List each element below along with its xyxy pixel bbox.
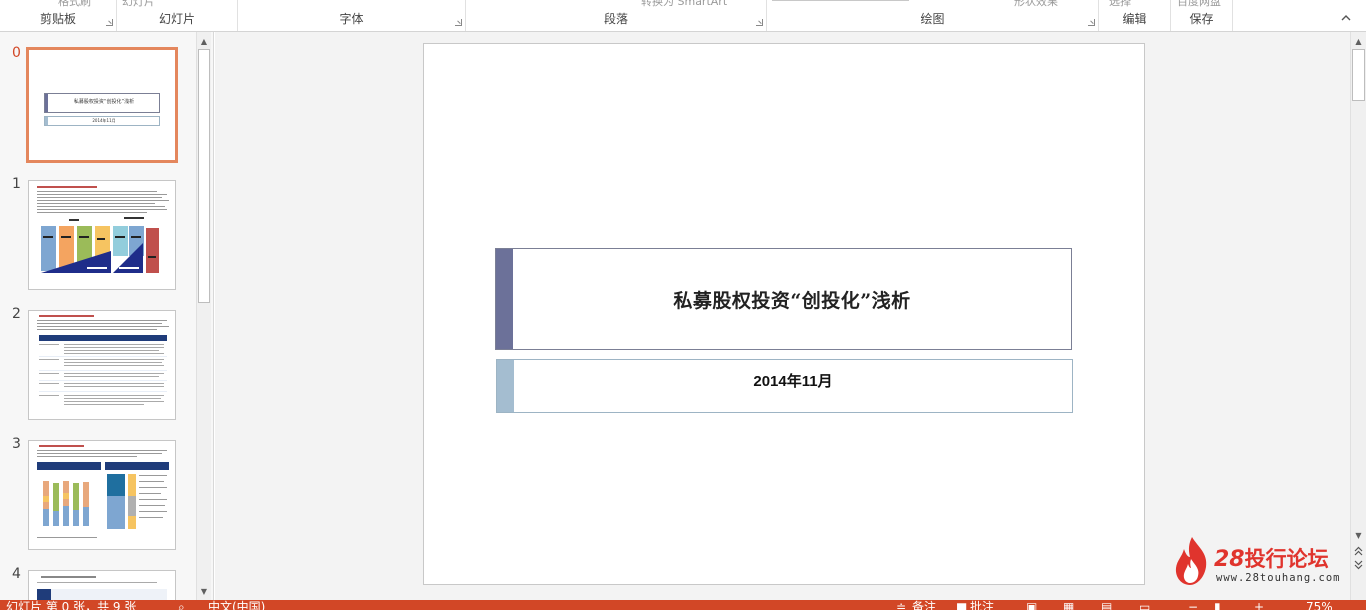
scroll-down-icon[interactable]: ▼ — [1351, 528, 1366, 542]
normal-view-icon[interactable]: ▣ — [1026, 601, 1037, 610]
scroll-down-icon[interactable]: ▼ — [197, 584, 211, 598]
slide-scrollbar[interactable]: ▲ ▼ — [1350, 32, 1366, 600]
comments-icon: ■ — [956, 600, 968, 610]
slide-number: 1 — [12, 176, 21, 192]
collapse-ribbon-icon[interactable] — [1340, 12, 1352, 24]
clipboard-group-label: 剪贴板 — [39, 12, 76, 26]
slide-number: 3 — [12, 436, 21, 452]
shape-effects-button[interactable]: 形状效果 — [1014, 0, 1058, 9]
paragraph-group-label: 段落 — [603, 12, 628, 26]
slide-number: 0 — [12, 45, 21, 61]
language-indicator[interactable]: 中文(中国) — [208, 601, 265, 610]
current-slide[interactable]: 私募股权投资“创投化”浅析 2014年11月 — [423, 43, 1145, 585]
forum-title: 投行论坛 — [1244, 547, 1329, 571]
drawing-group: 形状效果 绘图 — [767, 0, 1099, 31]
status-bar: 幻灯片 第 0 张，共 9 张 ⌕ 中文(中国) ≐ 备注 ■ 批注 ▣ ▦ ▤… — [0, 600, 1366, 610]
thumb-title-text: 私募股权投资“创投化”浅析 — [73, 99, 135, 105]
save-group-label: 保存 — [1189, 12, 1214, 26]
slide-editing-area: 私募股权投资“创投化”浅析 2014年11月 — [215, 32, 1350, 600]
thumbnail-scrollbar[interactable]: ▲ ▼ — [196, 32, 211, 600]
reading-view-icon[interactable]: ▤ — [1101, 601, 1112, 610]
slide-title[interactable]: 私募股权投资“创投化”浅析 — [513, 249, 1071, 349]
comments-button[interactable]: 批注 — [970, 601, 994, 610]
thumb-3-content — [37, 445, 169, 538]
slide-thumbnail-1[interactable] — [28, 180, 176, 290]
date-accent-bar — [497, 360, 514, 412]
drawing-group-label: 绘图 — [920, 12, 945, 26]
font-launcher-icon[interactable] — [455, 19, 462, 26]
slide-number: 4 — [12, 566, 21, 582]
slides-group: 幻灯片 幻灯片 — [117, 0, 238, 31]
slide-date[interactable]: 2014年11月 — [514, 370, 1072, 391]
spell-check-icon[interactable]: ⌕ — [178, 601, 185, 610]
slideshow-icon[interactable]: ▭ — [1139, 601, 1150, 610]
thumb-1-content — [37, 186, 169, 273]
paragraph-launcher-icon[interactable] — [756, 19, 763, 26]
thumb-2-content — [37, 315, 169, 405]
slide-sorter-icon[interactable]: ▦ — [1063, 601, 1074, 610]
font-group: 字体 — [238, 0, 466, 31]
subtitle-placeholder[interactable]: 2014年11月 — [496, 359, 1073, 413]
slide-counter[interactable]: 幻灯片 第 0 张，共 9 张 — [6, 601, 136, 610]
flame-logo-icon — [1175, 537, 1207, 585]
editing-group: 选择 编辑 — [1099, 0, 1171, 31]
drawing-launcher-icon[interactable] — [1088, 19, 1095, 26]
title-placeholder[interactable]: 私募股权投资“创投化”浅析 — [495, 248, 1072, 350]
previous-slide-icon[interactable] — [1351, 545, 1366, 557]
slide-thumbnail-pane: 0 私募股权投资“创投化”浅析 2014年11月 1 2 3 4 ▲ ▼ — [0, 32, 214, 600]
ribbon: 格式刷 剪贴板 幻灯片 幻灯片 字体 转换为 SmartArt 段落 形状效果 … — [0, 0, 1366, 32]
scroll-up-icon[interactable]: ▲ — [197, 34, 211, 48]
shape-gallery[interactable] — [772, 0, 909, 1]
scrollbar-thumb[interactable] — [1352, 49, 1365, 101]
save-group: 百度网盘 保存 — [1171, 0, 1233, 31]
forum-name: 28投行论坛 — [1214, 543, 1329, 573]
notes-icon: ≐ — [896, 600, 907, 610]
scroll-up-icon[interactable]: ▲ — [1351, 34, 1366, 48]
scrollbar-thumb[interactable] — [198, 49, 210, 303]
forum-url: www.28touhang.com — [1216, 572, 1341, 584]
baidu-netdisk-button[interactable]: 百度网盘 — [1177, 0, 1221, 9]
convert-smartart-button[interactable]: 转换为 SmartArt — [641, 0, 727, 9]
forum-number: 28 — [1214, 547, 1245, 572]
editing-group-label: 编辑 — [1122, 12, 1147, 26]
slide-number: 2 — [12, 306, 21, 322]
clipboard-launcher-icon[interactable] — [106, 19, 113, 26]
format-painter-button[interactable]: 格式刷 — [58, 0, 91, 9]
zoom-slider-thumb[interactable]: ▮ — [1214, 601, 1221, 610]
thumb-date-text: 2014年11月 — [92, 118, 116, 123]
slide-thumbnail-0[interactable]: 私募股权投资“创投化”浅析 2014年11月 — [26, 47, 178, 163]
thumb-4-content — [37, 576, 167, 600]
slide-thumbnail-2[interactable] — [28, 310, 176, 420]
font-group-label: 字体 — [339, 12, 364, 26]
slides-group-label: 幻灯片 — [158, 12, 195, 26]
thumb-title-box: 私募股权投资“创投化”浅析 — [44, 93, 160, 113]
zoom-out-icon[interactable]: − — [1188, 601, 1198, 610]
clipboard-group: 格式刷 剪贴板 — [0, 0, 117, 31]
forum-watermark: 28投行论坛 www.28touhang.com — [1170, 533, 1350, 588]
notes-button[interactable]: 备注 — [912, 601, 936, 610]
slide-thumbnail-4[interactable] — [28, 570, 176, 600]
title-accent-bar — [496, 249, 513, 349]
zoom-in-icon[interactable]: + — [1254, 601, 1264, 610]
next-slide-icon[interactable] — [1351, 559, 1366, 571]
slide-thumbnail-3[interactable] — [28, 440, 176, 550]
thumb-date-box: 2014年11月 — [44, 116, 160, 126]
paragraph-group: 转换为 SmartArt 段落 — [466, 0, 767, 31]
zoom-level[interactable]: 75% — [1306, 601, 1333, 610]
new-slide-button[interactable]: 幻灯片 — [122, 0, 155, 9]
select-button[interactable]: 选择 — [1109, 0, 1131, 9]
